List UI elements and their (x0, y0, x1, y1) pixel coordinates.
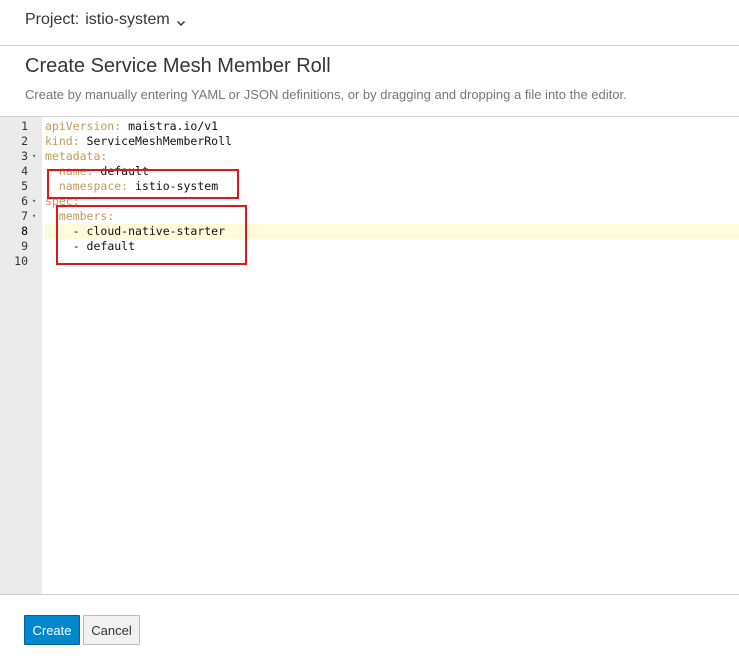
line-number: 3 (21, 149, 28, 163)
line-number: 4 (21, 164, 28, 178)
editor-line[interactable]: 5 namespace: istio-system (0, 179, 739, 194)
line-number: 8 (21, 224, 28, 238)
yaml-key: members: (58, 209, 115, 223)
chevron-down-icon (176, 15, 186, 27)
project-label: Project: (25, 11, 80, 28)
line-code: namespace: istio-system (45, 179, 739, 194)
create-button[interactable]: Create (24, 615, 80, 645)
yaml-key: spec: (45, 194, 80, 208)
project-selector[interactable]: Project: istio-system (25, 11, 186, 29)
editor-line[interactable]: 6 ▾ spec: (0, 194, 739, 209)
line-code: - default (45, 239, 739, 254)
yaml-value: default (100, 164, 149, 178)
editor-line[interactable]: 10 (0, 254, 739, 269)
page-help-text: Create by manually entering YAML or JSON… (25, 87, 627, 102)
page-title: Create Service Mesh Member Roll (25, 55, 331, 77)
line-number: 1 (21, 119, 28, 133)
editor-line[interactable]: 9 - default (0, 239, 739, 254)
yaml-key: namespace: (58, 179, 136, 193)
editor-line[interactable]: 4 name: default (0, 164, 739, 179)
line-code: metadata: (45, 149, 739, 164)
fold-toggle-icon[interactable]: ▾ (32, 194, 36, 209)
editor-line[interactable]: 7 ▾ members: (0, 209, 739, 224)
project-name: istio-system (85, 11, 170, 28)
project-bar: Project: istio-system (0, 0, 739, 46)
cancel-button[interactable]: Cancel (83, 615, 140, 645)
line-number: 5 (21, 179, 28, 193)
line-code: kind: ServiceMeshMemberRoll (45, 134, 739, 149)
editor-line[interactable]: 3 ▾ metadata: (0, 149, 739, 164)
line-code: apiVersion: maistra.io/v1 (45, 119, 739, 134)
line-number: 7 (21, 209, 28, 223)
editor-line[interactable]: 2 kind: ServiceMeshMemberRoll (0, 134, 739, 149)
yaml-key: kind: (45, 134, 87, 148)
line-number: 9 (21, 239, 28, 253)
yaml-key: apiVersion: (45, 119, 129, 133)
yaml-value: istio-system (135, 179, 219, 193)
yaml-key: metadata: (45, 149, 108, 163)
line-code: spec: (45, 194, 739, 209)
yaml-value: maistra.io/v1 (128, 119, 219, 133)
line-number: 6 (21, 194, 28, 208)
fold-toggle-icon[interactable]: ▾ (32, 209, 36, 224)
yaml-key: name: (58, 164, 101, 178)
fold-toggle-icon[interactable]: ▾ (32, 149, 36, 164)
yaml-value: ServiceMeshMemberRoll (86, 134, 232, 148)
line-code: members: (45, 209, 739, 224)
editor-line[interactable]: 1 apiVersion: maistra.io/v1 (0, 119, 739, 134)
line-number: 2 (21, 134, 28, 148)
yaml-value: - cloud-native-starter (72, 224, 226, 238)
yaml-editor[interactable]: 1 apiVersion: maistra.io/v1 2 kind: Service… (0, 116, 739, 595)
line-code: name: default (45, 164, 739, 179)
line-code: - cloud-native-starter (45, 224, 739, 239)
line-number: 10 (14, 254, 28, 268)
editor-line[interactable]: 8 - cloud-native-starter (0, 224, 739, 239)
yaml-value: - default (72, 239, 136, 253)
